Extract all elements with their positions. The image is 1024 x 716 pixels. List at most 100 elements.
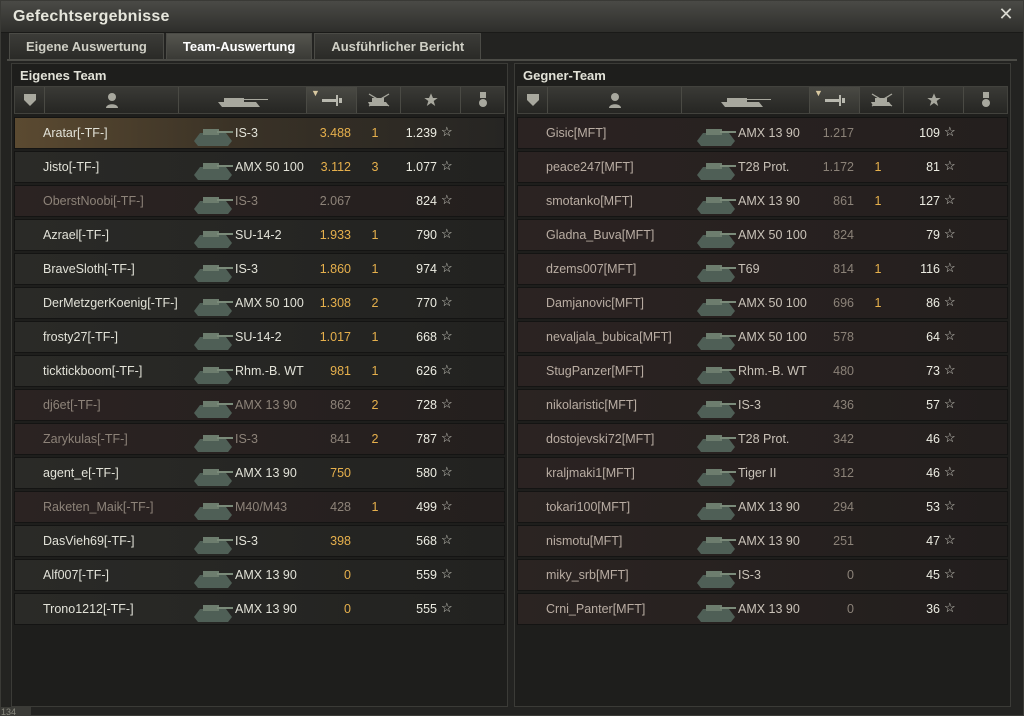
star-icon: ☆ bbox=[441, 532, 453, 547]
player-name: agent_e[-TF-] bbox=[43, 466, 119, 480]
kills-value: 1 bbox=[371, 500, 379, 514]
damage-value: 480 bbox=[833, 364, 854, 378]
tank-name: IS-3 bbox=[235, 262, 258, 276]
player-name: Gladna_Buva[MFT] bbox=[546, 228, 655, 242]
corner-counter: 134 bbox=[1, 707, 31, 716]
table-row[interactable]: Jisto[-TF-] AMX 50 100 3.112 3 1.077 ☆ bbox=[14, 151, 505, 183]
experience-value: 81 bbox=[926, 160, 940, 174]
star-icon: ☆ bbox=[441, 124, 453, 139]
table-row[interactable]: OberstNoobi[-TF-] IS-3 2.067 824 ☆ bbox=[14, 185, 505, 217]
star-icon: ☆ bbox=[944, 430, 956, 445]
table-row[interactable]: frosty27[-TF-] SU-14-2 1.017 1 668 ☆ bbox=[14, 321, 505, 353]
tank-icon[interactable] bbox=[179, 87, 307, 113]
tank-name: SU-14-2 bbox=[235, 330, 282, 344]
experience-value: 559 bbox=[416, 568, 437, 582]
damage-value: 2.067 bbox=[319, 194, 351, 208]
damage-value: 1.860 bbox=[319, 262, 351, 276]
battle-results-window: Gefechtsergebnisse ✕ Eigene Auswertung T… bbox=[0, 0, 1024, 716]
experience-value: 790 bbox=[416, 228, 437, 242]
star-icon: ☆ bbox=[441, 600, 453, 615]
table-row[interactable]: kraljmaki1[MFT] Tiger II 312 46 ☆ bbox=[517, 457, 1008, 489]
tank-icon bbox=[697, 537, 736, 554]
tab-team-auswertung[interactable]: Team-Auswertung bbox=[165, 33, 313, 59]
damage-value: 1.217 bbox=[822, 126, 854, 140]
experience-value: 79 bbox=[926, 228, 940, 242]
experience-value: 626 bbox=[416, 364, 437, 378]
player-icon[interactable] bbox=[548, 87, 682, 113]
table-row[interactable]: smotanko[MFT] AMX 13 90 861 1 127 ☆ bbox=[517, 185, 1008, 217]
star-icon: ☆ bbox=[441, 294, 453, 309]
tank-icon bbox=[697, 333, 736, 350]
enemy-team-rows: Gisic[MFT] AMX 13 90 1.217 109 ☆ peace247[MFT… bbox=[517, 117, 1008, 627]
damage-value: 814 bbox=[833, 262, 854, 276]
table-row[interactable]: agent_e[-TF-] AMX 13 90 750 580 ☆ bbox=[14, 457, 505, 489]
table-row[interactable]: peace247[MFT] T28 Prot. 1.172 1 81 ☆ bbox=[517, 151, 1008, 183]
table-row[interactable]: Azrael[-TF-] SU-14-2 1.933 1 790 ☆ bbox=[14, 219, 505, 251]
experience-value: 46 bbox=[926, 432, 940, 446]
tab-eigene-auswertung[interactable]: Eigene Auswertung bbox=[9, 33, 164, 59]
player-name: smotanko[MFT] bbox=[546, 194, 633, 208]
squad-icon[interactable] bbox=[15, 87, 45, 113]
damage-value: 1.172 bbox=[822, 160, 854, 174]
tank-name: AMX 50 100 bbox=[738, 228, 807, 242]
kills-icon[interactable] bbox=[357, 87, 401, 113]
damage-icon[interactable]: ▼ bbox=[810, 87, 860, 113]
table-row[interactable]: Zarykulas[-TF-] IS-3 841 2 787 ☆ bbox=[14, 423, 505, 455]
experience-star-icon[interactable] bbox=[401, 87, 461, 113]
damage-value: 312 bbox=[833, 466, 854, 480]
table-row[interactable]: BraveSloth[-TF-] IS-3 1.860 1 974 ☆ bbox=[14, 253, 505, 285]
player-icon[interactable] bbox=[45, 87, 179, 113]
table-row[interactable]: Damjanovic[MFT] AMX 50 100 696 1 86 ☆ bbox=[517, 287, 1008, 319]
experience-value: 47 bbox=[926, 534, 940, 548]
table-row[interactable]: Aratar[-TF-] IS-3 3.488 1 1.239 ☆ bbox=[14, 117, 505, 149]
experience-star-icon[interactable] bbox=[904, 87, 964, 113]
table-row[interactable]: nevaljala_bubica[MFT] AMX 50 100 578 64 ☆ bbox=[517, 321, 1008, 353]
table-row[interactable]: nismotu[MFT] AMX 13 90 251 47 ☆ bbox=[517, 525, 1008, 557]
table-row[interactable]: StugPanzer[MFT] Rhm.-B. WT 480 73 ☆ bbox=[517, 355, 1008, 387]
damage-value: 861 bbox=[833, 194, 854, 208]
tank-name: Rhm.-B. WT bbox=[235, 364, 304, 378]
table-row[interactable]: Gladna_Buva[MFT] AMX 50 100 824 79 ☆ bbox=[517, 219, 1008, 251]
star-icon: ☆ bbox=[441, 158, 453, 173]
medal-icon[interactable] bbox=[964, 87, 1007, 113]
damage-icon[interactable]: ▼ bbox=[307, 87, 357, 113]
tank-name: T28 Prot. bbox=[738, 160, 790, 174]
medal-icon[interactable] bbox=[461, 87, 504, 113]
player-name: Trono1212[-TF-] bbox=[43, 602, 134, 616]
table-row[interactable]: Crni_Panter[MFT] AMX 13 90 0 36 ☆ bbox=[517, 593, 1008, 625]
tank-name: AMX 13 90 bbox=[738, 126, 800, 140]
experience-value: 109 bbox=[919, 126, 940, 140]
enemy-team-panel: Gegner-Team ▼ Gisic[MFT] AMX 13 90 1.217… bbox=[514, 63, 1011, 707]
tank-name: IS-3 bbox=[738, 568, 761, 582]
star-icon: ☆ bbox=[944, 158, 956, 173]
player-name: dostojevski72[MFT] bbox=[546, 432, 655, 446]
own-team-rows: Aratar[-TF-] IS-3 3.488 1 1.239 ☆ Jisto[-TF-] A… bbox=[14, 117, 505, 627]
kills-value: 1 bbox=[371, 228, 379, 242]
damage-value: 824 bbox=[833, 228, 854, 242]
damage-value: 342 bbox=[833, 432, 854, 446]
tank-icon bbox=[194, 537, 233, 554]
tank-icon[interactable] bbox=[682, 87, 810, 113]
table-row[interactable]: ticktickboom[-TF-] Rhm.-B. WT 981 1 626 ☆ bbox=[14, 355, 505, 387]
table-row[interactable]: dj6et[-TF-] AMX 13 90 862 2 728 ☆ bbox=[14, 389, 505, 421]
player-name: peace247[MFT] bbox=[546, 160, 634, 174]
close-icon[interactable]: ✕ bbox=[997, 5, 1015, 23]
table-row[interactable]: DerMetzgerKoenig[-TF-] AMX 50 100 1.308 2 77… bbox=[14, 287, 505, 319]
table-row[interactable]: tokari100[MFT] AMX 13 90 294 53 ☆ bbox=[517, 491, 1008, 523]
tab-ausfuehrlicher-bericht[interactable]: Ausführlicher Bericht bbox=[314, 33, 482, 59]
star-icon: ☆ bbox=[441, 226, 453, 241]
table-row[interactable]: Trono1212[-TF-] AMX 13 90 0 555 ☆ bbox=[14, 593, 505, 625]
table-row[interactable]: Gisic[MFT] AMX 13 90 1.217 109 ☆ bbox=[517, 117, 1008, 149]
squad-icon[interactable] bbox=[518, 87, 548, 113]
table-row[interactable]: miky_srb[MFT] IS-3 0 45 ☆ bbox=[517, 559, 1008, 591]
damage-value: 1.017 bbox=[319, 330, 351, 344]
damage-value: 862 bbox=[330, 398, 351, 412]
table-row[interactable]: DasVieh69[-TF-] IS-3 398 568 ☆ bbox=[14, 525, 505, 557]
table-row[interactable]: dzems007[MFT] T69 814 1 116 ☆ bbox=[517, 253, 1008, 285]
table-row[interactable]: dostojevski72[MFT] T28 Prot. 342 46 ☆ bbox=[517, 423, 1008, 455]
table-row[interactable]: nikolaristic[MFT] IS-3 436 57 ☆ bbox=[517, 389, 1008, 421]
player-name: Jisto[-TF-] bbox=[43, 160, 100, 174]
table-row[interactable]: Alf007[-TF-] AMX 13 90 0 559 ☆ bbox=[14, 559, 505, 591]
kills-icon[interactable] bbox=[860, 87, 904, 113]
table-row[interactable]: Raketen_Maik[-TF-] M40/M43 428 1 499 ☆ bbox=[14, 491, 505, 523]
